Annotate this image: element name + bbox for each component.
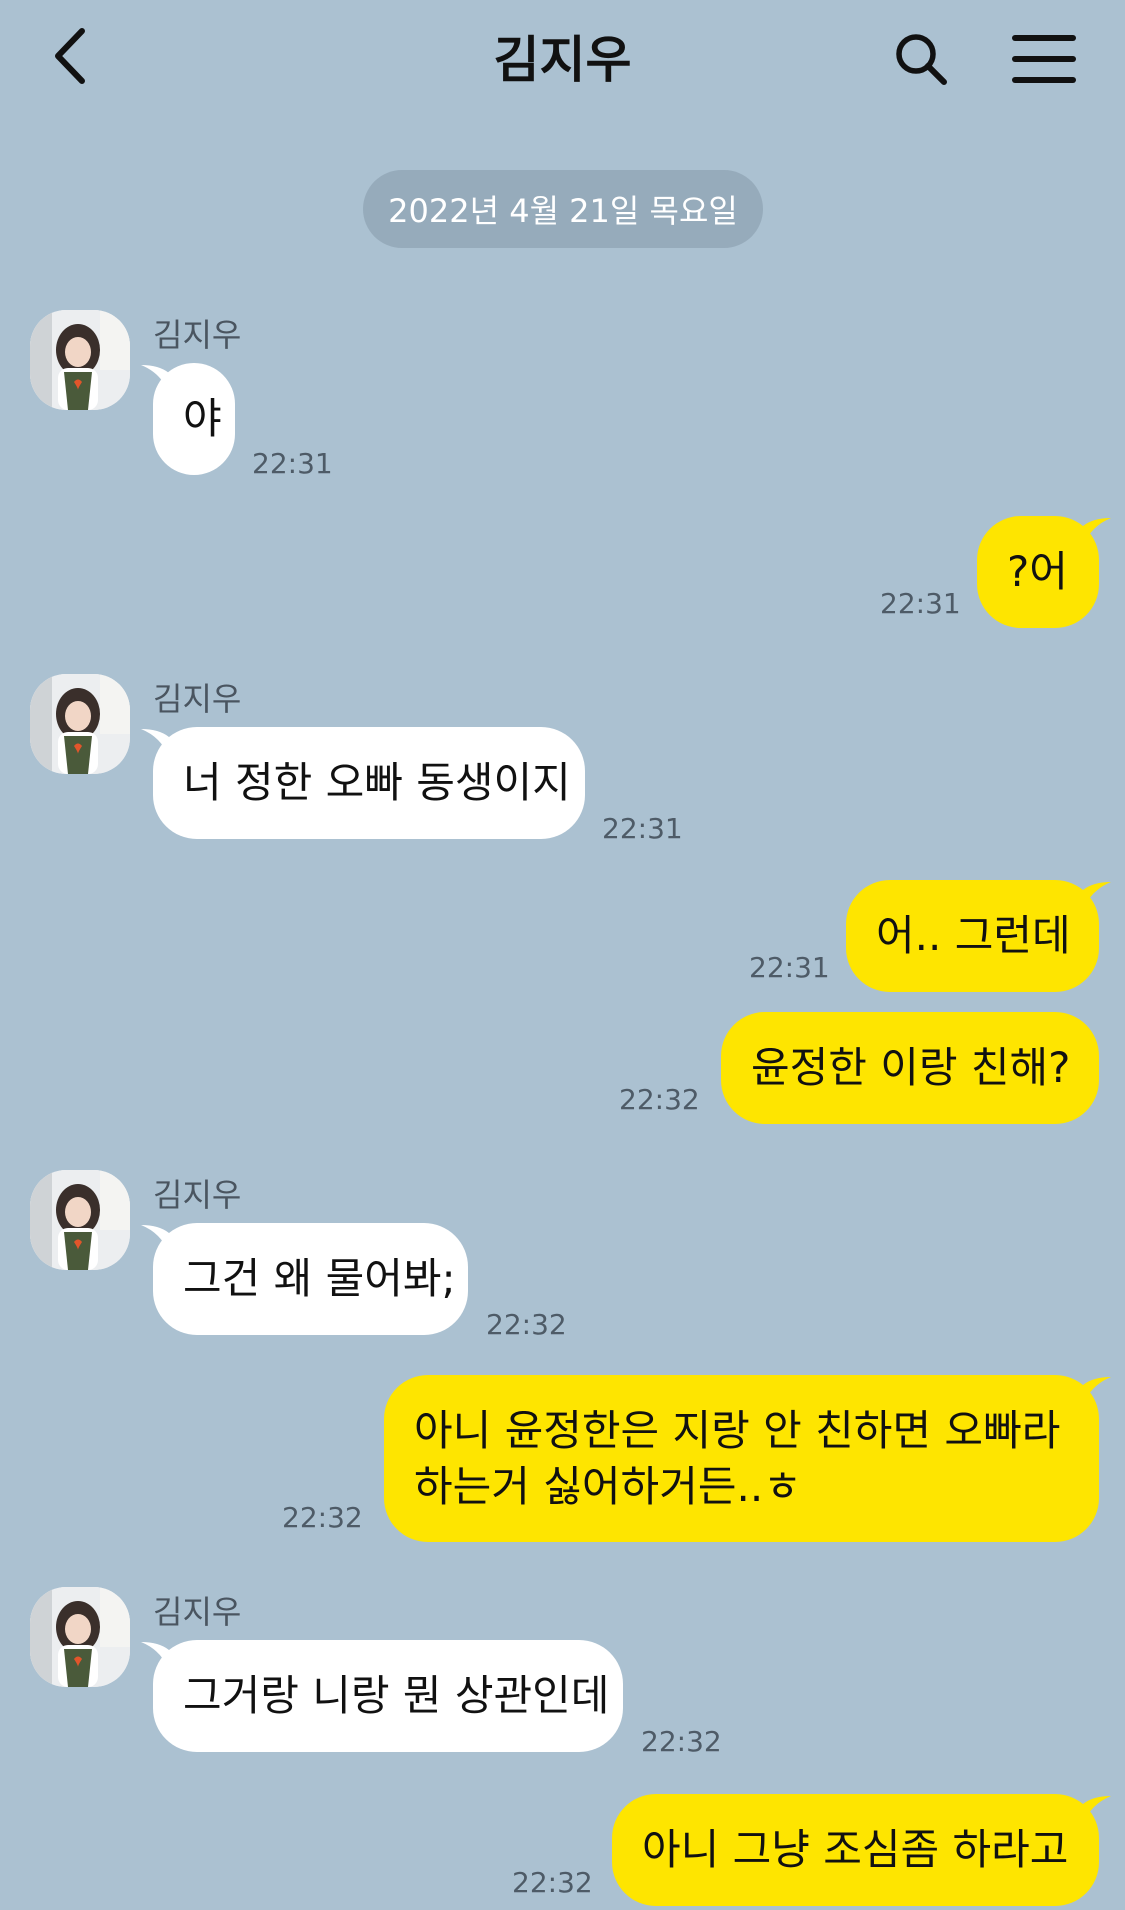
outgoing-message-bubble[interactable]: 아니 윤정한은 지랑 안 친하면 오빠라 하는거 싫어하거든..ㅎ <box>384 1375 1099 1542</box>
bubble-tail <box>1083 1796 1111 1824</box>
outgoing-message-bubble[interactable]: 어.. 그런데 <box>846 880 1099 992</box>
hamburger-menu-icon <box>1012 35 1076 83</box>
message-timestamp: 22:31 <box>880 587 961 620</box>
message-text: 야 <box>183 394 222 443</box>
message-timestamp: 22:32 <box>641 1725 722 1758</box>
bubble-tail <box>141 1642 169 1670</box>
message-text: 어.. 그런데 <box>876 911 1071 960</box>
sender-name: 김지우 <box>153 1176 242 1214</box>
sender-name: 김지우 <box>153 316 242 354</box>
bubble-tail <box>1083 882 1111 910</box>
message-text: 그거랑 니랑 뭔 상관인데 <box>183 1671 610 1720</box>
bubble-tail <box>141 1225 169 1253</box>
bubble-tail <box>1083 518 1111 546</box>
sender-avatar[interactable] <box>30 1170 130 1270</box>
message-timestamp: 22:32 <box>512 1866 593 1899</box>
message-timestamp: 22:31 <box>252 447 333 480</box>
sender-name: 김지우 <box>153 1593 242 1631</box>
message-text: ?어 <box>1007 547 1068 596</box>
message-timestamp: 22:32 <box>282 1501 363 1534</box>
sender-avatar[interactable] <box>30 674 130 774</box>
profile-photo-icon <box>30 674 130 774</box>
message-text: 그건 왜 물어봐; <box>183 1254 456 1303</box>
message-timestamp: 22:31 <box>602 812 683 845</box>
incoming-message-bubble[interactable]: 그건 왜 물어봐; <box>153 1223 468 1335</box>
chevron-left-icon <box>55 28 85 84</box>
back-button[interactable] <box>40 22 100 90</box>
message-text: 아니 그냥 조심좀 하라고 <box>642 1825 1069 1874</box>
bubble-tail <box>1083 1377 1111 1405</box>
sender-avatar[interactable] <box>30 1587 130 1687</box>
bubble-tail <box>141 729 169 757</box>
message-text: 윤정한 이랑 친해? <box>751 1043 1071 1092</box>
chat-title: 김지우 <box>493 31 632 89</box>
chat-header: 김지우 <box>0 0 1125 112</box>
profile-photo-icon <box>30 310 130 410</box>
message-timestamp: 22:31 <box>749 951 830 984</box>
incoming-message-bubble[interactable]: 너 정한 오빠 동생이지 <box>153 727 585 839</box>
date-divider: 2022년 4월 21일 목요일 <box>363 170 763 248</box>
incoming-message-bubble[interactable]: 그거랑 니랑 뭔 상관인데 <box>153 1640 623 1752</box>
search-button[interactable] <box>886 24 956 94</box>
profile-photo-icon <box>30 1587 130 1687</box>
message-timestamp: 22:32 <box>486 1308 567 1341</box>
search-icon <box>896 34 947 85</box>
message-text: 아니 윤정한은 지랑 안 친하면 오빠라 하는거 싫어하거든..ㅎ <box>414 1405 1061 1511</box>
message-timestamp: 22:32 <box>619 1083 700 1116</box>
sender-name: 김지우 <box>153 680 242 718</box>
message-text: 너 정한 오빠 동생이지 <box>183 758 571 807</box>
bubble-tail <box>141 365 169 393</box>
sender-avatar[interactable] <box>30 310 130 410</box>
outgoing-message-bubble[interactable]: 윤정한 이랑 친해? <box>721 1012 1099 1124</box>
outgoing-message-bubble[interactable]: 아니 그냥 조심좀 하라고 <box>612 1794 1099 1906</box>
profile-photo-icon <box>30 1170 130 1270</box>
menu-button[interactable] <box>1004 24 1084 94</box>
